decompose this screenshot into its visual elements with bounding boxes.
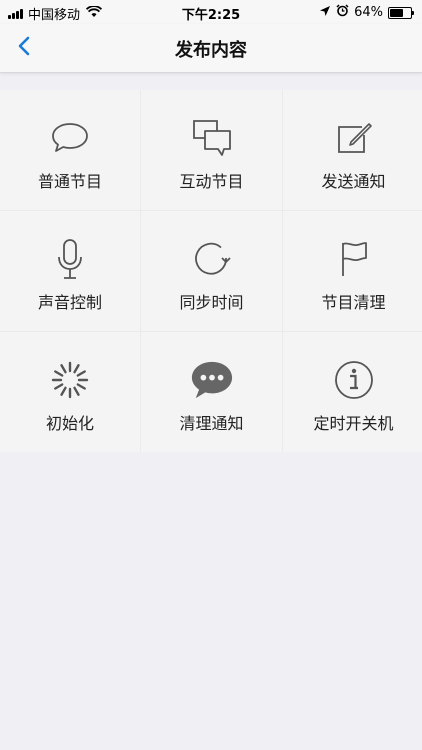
status-right: 64% — [314, 4, 414, 21]
microphone-icon — [48, 239, 92, 279]
tile-label: 定时开关机 — [313, 414, 394, 433]
tile-volume-control[interactable]: 声音控制 — [0, 211, 140, 331]
refresh-icon — [190, 239, 234, 279]
tile-label: 同步时间 — [179, 293, 244, 312]
tile-label: 节目清理 — [321, 293, 386, 312]
location-icon — [319, 5, 331, 21]
edit-icon — [332, 118, 376, 158]
tile-label: 声音控制 — [37, 293, 102, 312]
chat-dots-icon — [190, 360, 234, 400]
tile-scheduled-power[interactable]: 定时开关机 — [283, 332, 422, 452]
tile-label: 发送通知 — [321, 172, 386, 191]
spinner-icon — [48, 360, 92, 400]
battery-icon — [388, 6, 414, 19]
spinner-ray — [54, 383, 64, 390]
spinner-ray — [60, 386, 67, 396]
tile-label: 清理通知 — [179, 414, 244, 433]
spinner-ray — [73, 386, 80, 396]
tile-label: 普通节目 — [37, 172, 102, 191]
tile-label: 互动节目 — [179, 172, 244, 191]
two-bubbles-icon — [190, 118, 234, 158]
alarm-icon — [336, 4, 349, 21]
tile-clear-notice[interactable]: 清理通知 — [141, 332, 282, 452]
nav-bar: 发布内容 — [0, 24, 422, 73]
tile-normal-program[interactable]: 普通节目 — [0, 90, 140, 210]
flag-icon — [332, 239, 376, 279]
spinner-ray — [76, 370, 86, 377]
function-grid: 普通节目 互动节目 发送通知 声音控制 同步时间 节目清理 初始化 清理通知 定… — [0, 90, 422, 452]
page-title: 发布内容 — [175, 40, 247, 61]
tile-program-cleanup[interactable]: 节目清理 — [283, 211, 422, 331]
spinner-ray — [54, 370, 64, 377]
tile-initialize[interactable]: 初始化 — [0, 332, 140, 452]
status-bar: 中国移动 下午2:25 64% — [0, 0, 422, 24]
tile-sync-time[interactable]: 同步时间 — [141, 211, 282, 331]
spinner-ray — [60, 364, 67, 374]
tile-label: 初始化 — [45, 414, 94, 433]
tile-interactive-program[interactable]: 互动节目 — [141, 90, 282, 210]
speech-bubble-icon — [48, 118, 92, 158]
tile-send-notice[interactable]: 发送通知 — [283, 90, 422, 210]
spinner-ray — [73, 364, 80, 374]
info-icon — [332, 360, 376, 400]
battery-percent: 64% — [354, 5, 383, 20]
spinner-ray — [76, 383, 86, 390]
